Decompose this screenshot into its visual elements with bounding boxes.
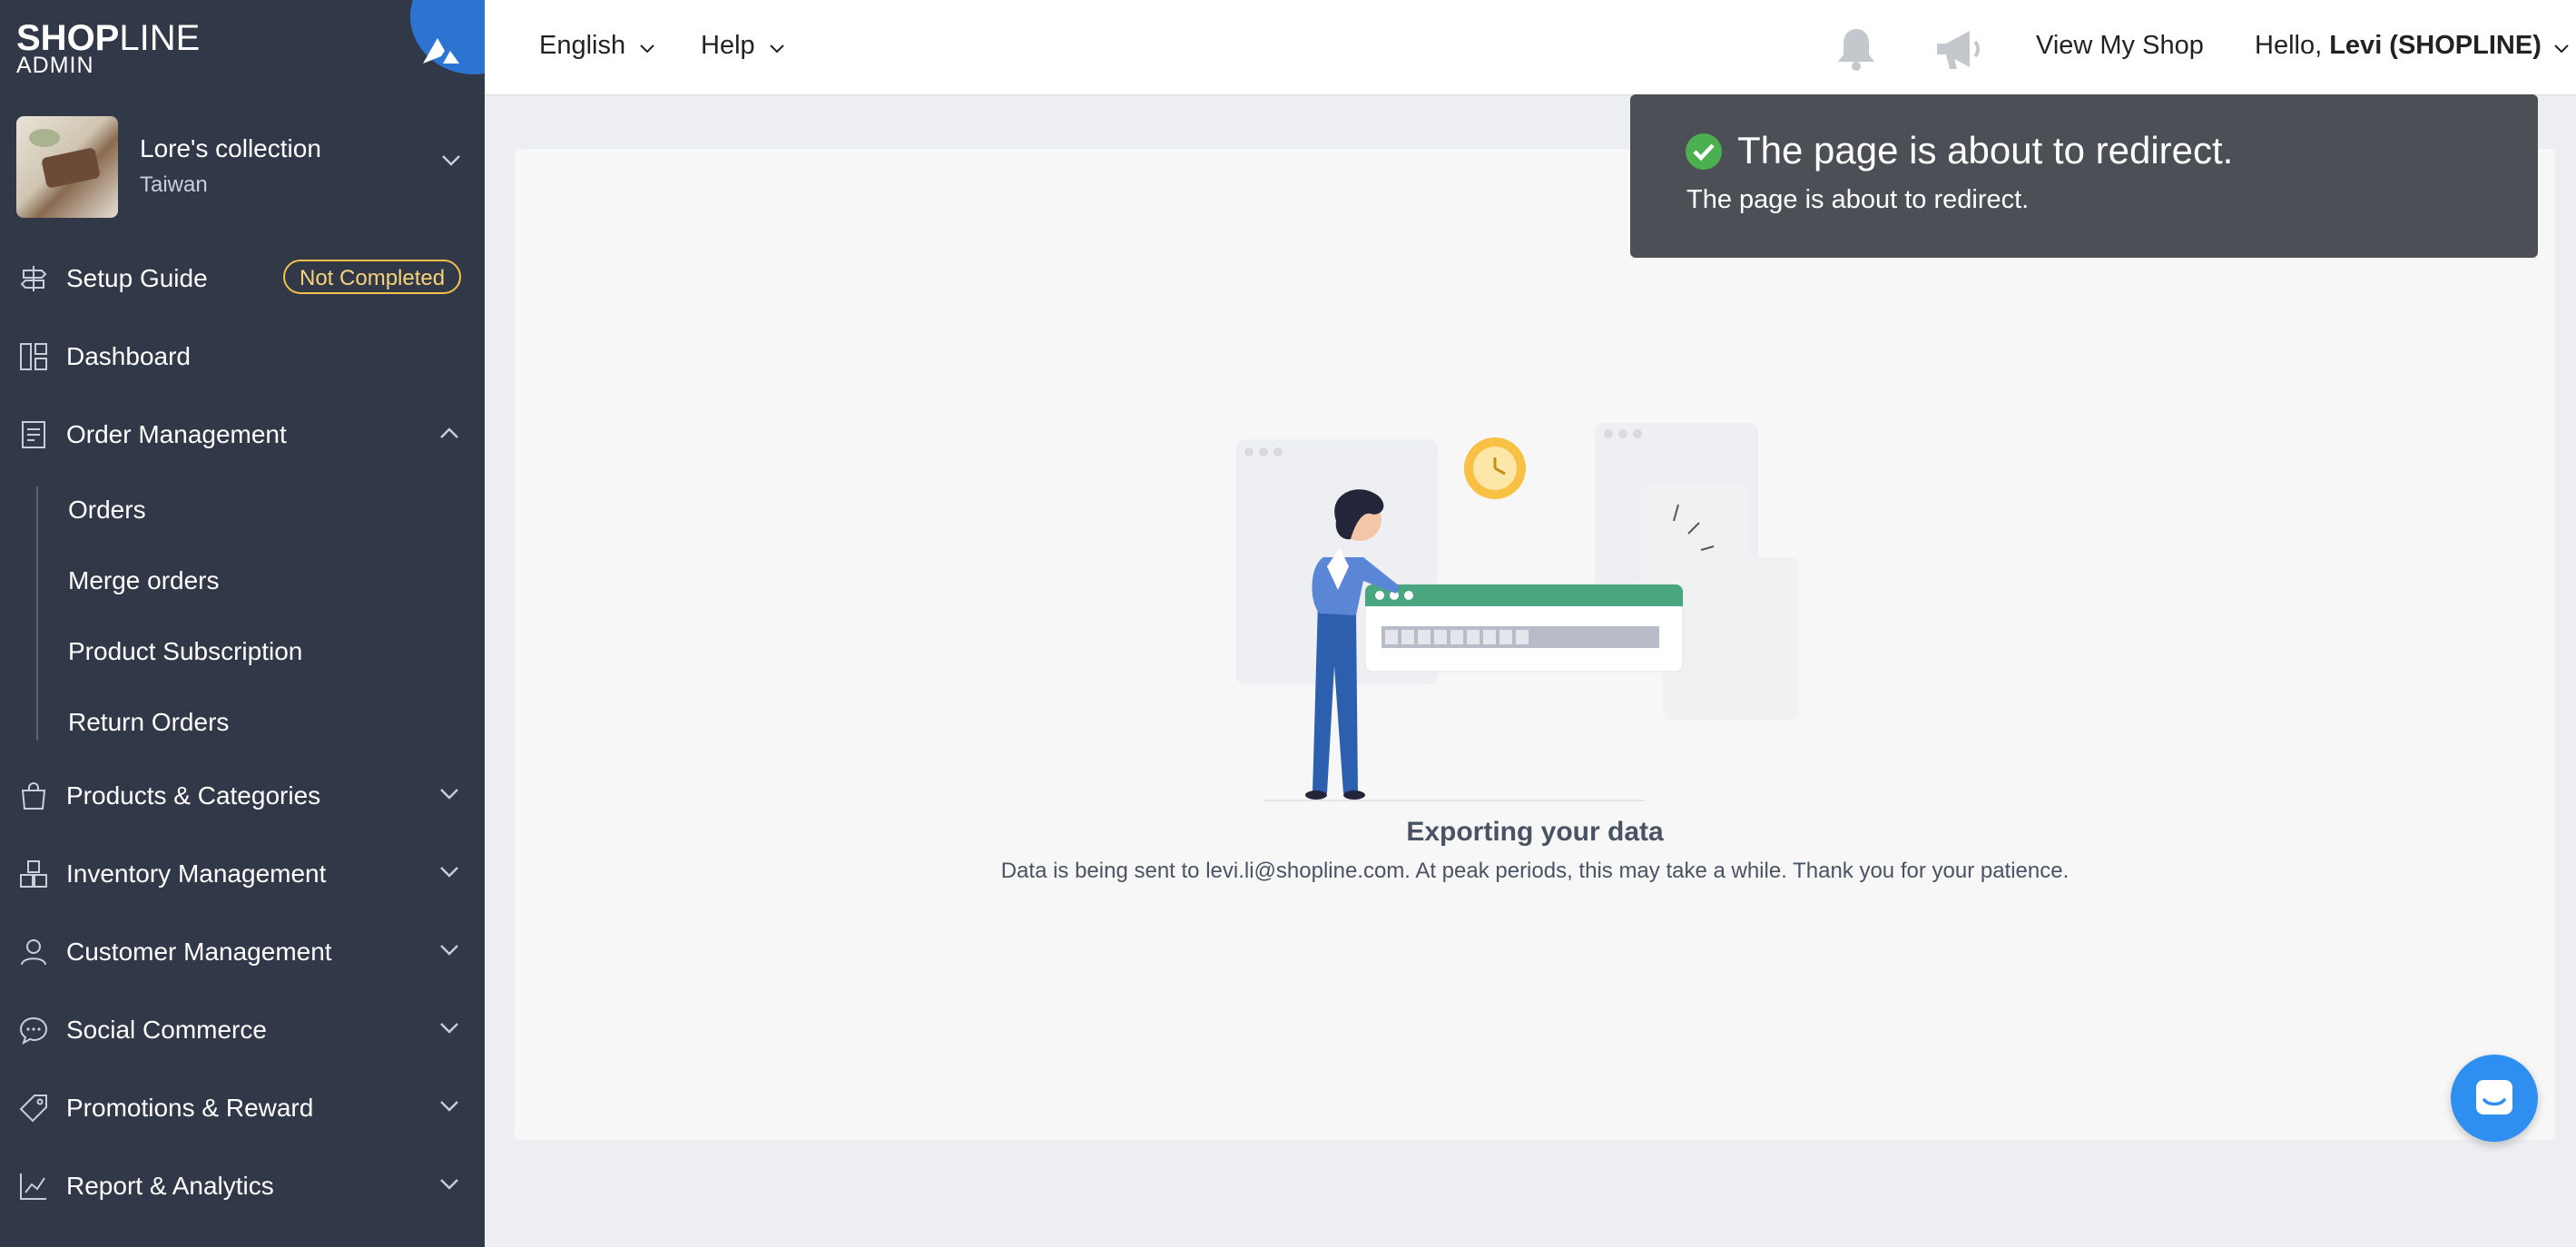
dashboard-icon <box>20 343 47 370</box>
exporting-illustration <box>1236 423 1799 801</box>
redirect-toast: The page is about to redirect. The page … <box>1630 94 2538 258</box>
order-list-icon <box>22 421 45 448</box>
sidebar-subitem-return-orders[interactable]: Return Orders <box>0 692 485 751</box>
sidebar-item-label: Report & Analytics <box>66 1172 274 1200</box>
logo-subtitle: ADMIN <box>16 53 94 78</box>
logo-light-text: LINE <box>119 18 201 58</box>
sidebar-item-label: Dashboard <box>66 342 191 370</box>
person-icon <box>21 939 46 966</box>
sidebar-subitem-label: Product Subscription <box>68 637 303 665</box>
greeting-text: Hello, <box>2255 31 2323 60</box>
chevron-down-icon <box>440 945 458 956</box>
status-badge: Not Completed <box>283 260 462 294</box>
chat-icon <box>2476 1080 2512 1114</box>
logo-area: SHOPLINE ADMIN <box>0 0 485 91</box>
megaphone-icon[interactable] <box>1933 27 1984 73</box>
help-label: Help <box>701 31 755 60</box>
chevron-up-icon <box>440 427 458 438</box>
store-region: Taiwan <box>140 172 208 197</box>
user-name: Levi (SHOPLINE) <box>2329 31 2542 60</box>
export-status-card: Exporting your data Data is being sent t… <box>515 149 2555 1140</box>
store-name: Lore's collection <box>140 134 321 162</box>
sidebar-item-label: Products & Categories <box>66 781 321 810</box>
view-my-shop-link[interactable]: View My Shop <box>2036 31 2204 61</box>
chevron-down-icon <box>442 155 460 166</box>
sidebar-subitem-merge-orders[interactable]: Merge orders <box>0 550 485 610</box>
sidebar-item-setup-guide[interactable]: Setup Guide Not Completed <box>0 247 485 310</box>
store-switcher[interactable]: Lore's collection Taiwan <box>16 116 470 218</box>
sidebar-subitem-label: Return Orders <box>68 708 230 736</box>
sidebar-item-label: Order Management <box>66 420 287 448</box>
sidebar-subitem-orders[interactable]: Orders <box>0 479 485 539</box>
chat-bubble-icon <box>19 1016 48 1046</box>
sidebar-item-label: Promotions & Reward <box>66 1094 314 1122</box>
sidebar-item-inventory-management[interactable]: Inventory Management <box>0 842 485 906</box>
toast-title: The page is about to redirect. <box>1737 129 2234 172</box>
export-title: Exporting your data <box>1406 817 1664 847</box>
user-menu[interactable]: Hello, Levi (SHOPLINE) <box>2255 31 2569 61</box>
chevron-down-icon <box>440 1179 458 1190</box>
inventory-boxes-icon <box>20 860 47 888</box>
chevron-down-icon <box>440 1023 458 1034</box>
chevron-down-icon <box>440 789 458 800</box>
sidebar-item-label: Setup Guide <box>66 264 208 292</box>
help-dropdown[interactable]: Help <box>701 31 784 61</box>
shopline-logo[interactable]: SHOPLINE <box>16 20 200 56</box>
sidebar-item-social-commerce[interactable]: Social Commerce <box>0 998 485 1062</box>
support-chat-button[interactable] <box>2451 1055 2538 1142</box>
sidebar-item-label: Inventory Management <box>66 859 327 888</box>
success-check-icon <box>1686 133 1722 170</box>
sidebar-item-dashboard[interactable]: Dashboard <box>0 325 485 388</box>
sidebar-item-products-categories[interactable]: Products & Categories <box>0 764 485 828</box>
sidebar-subitem-label: Orders <box>68 496 146 524</box>
sidebar-item-label: Social Commerce <box>66 1016 267 1044</box>
chevron-down-icon <box>440 867 458 878</box>
language-dropdown[interactable]: English <box>539 31 654 61</box>
sidebar: SHOPLINE ADMIN Lore's collection Taiwan … <box>0 0 485 1247</box>
language-label: English <box>539 31 626 60</box>
bell-icon[interactable] <box>1834 25 1879 73</box>
sidebar-item-order-management[interactable]: Order Management <box>0 403 485 466</box>
mountain-icon <box>423 38 459 64</box>
sidebar-subitem-product-subscription[interactable]: Product Subscription <box>0 621 485 681</box>
chevron-down-icon <box>770 44 784 54</box>
sidebar-subitem-label: Merge orders <box>68 566 220 594</box>
chevron-down-icon <box>2554 44 2569 54</box>
chevron-down-icon <box>440 1101 458 1112</box>
app-switcher-corner[interactable] <box>410 0 485 74</box>
tag-icon <box>19 1095 47 1123</box>
sidebar-item-label: Customer Management <box>66 938 332 966</box>
sidebar-item-customer-management[interactable]: Customer Management <box>0 920 485 984</box>
chevron-down-icon <box>640 44 654 54</box>
shopping-bag-icon <box>21 782 46 810</box>
signpost-icon <box>20 266 47 291</box>
sidebar-item-report-analytics[interactable]: Report & Analytics <box>0 1154 485 1218</box>
export-description: Data is being sent to levi.li@shopline.c… <box>1000 859 2070 883</box>
store-thumbnail <box>16 116 118 218</box>
sidebar-item-promotions-reward[interactable]: Promotions & Reward <box>0 1076 485 1140</box>
toast-message: The page is about to redirect. <box>1686 185 2030 214</box>
topbar: English Help View My Shop Hello, Levi (S… <box>485 0 2576 95</box>
analytics-chart-icon <box>20 1173 46 1200</box>
